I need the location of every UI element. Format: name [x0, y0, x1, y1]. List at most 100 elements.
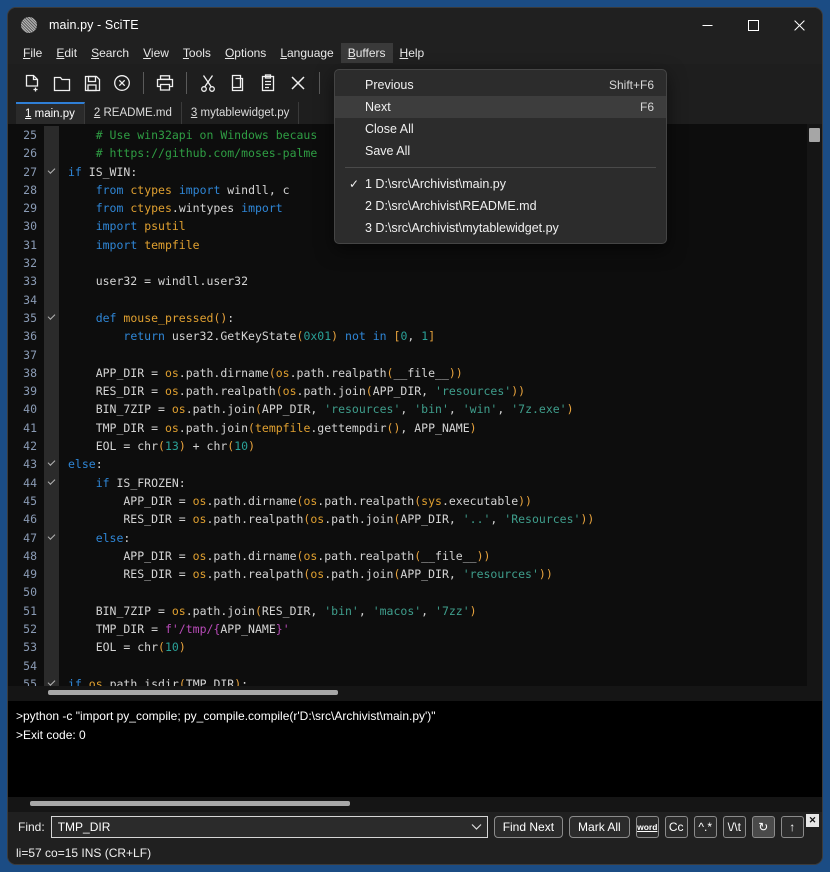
mark-all-button[interactable]: Mark All: [569, 816, 630, 838]
menu-options[interactable]: Options: [218, 43, 273, 63]
output-pane[interactable]: >python -c "import py_compile; py_compil…: [8, 701, 822, 797]
line-number: 48: [8, 546, 44, 566]
code-line: 54: [8, 656, 807, 675]
menu-separator: [345, 167, 656, 168]
toolbar-separator: [186, 72, 187, 94]
menu-buffer-1[interactable]: ✓ 1 D:\src\Archivist\main.py: [335, 173, 666, 195]
line-number: 54: [8, 656, 44, 675]
fold-toggle-icon[interactable]: [44, 455, 59, 474]
code-text: if IS_FROZEN:: [95, 475, 186, 490]
output-horizontal-scroll-thumb[interactable]: [30, 801, 350, 806]
new-file-icon[interactable]: [17, 68, 47, 98]
menu-item-shortcut: Shift+F6: [608, 78, 654, 92]
chevron-down-icon[interactable]: [467, 823, 487, 831]
menu-item-label: Next: [365, 100, 391, 114]
tab-mytablewidget-py[interactable]: 3 mytablewidget.py: [182, 102, 300, 124]
fold-toggle-icon[interactable]: [44, 162, 59, 181]
maximize-button[interactable]: [730, 8, 776, 42]
regex-toggle[interactable]: ^.*: [693, 816, 717, 838]
paste-icon[interactable]: [253, 68, 283, 98]
find-input[interactable]: TMP_DIR: [52, 820, 467, 834]
code-text: APP_DIR = os.path.dirname(os.path.realpa…: [68, 548, 491, 563]
find-input-combo[interactable]: TMP_DIR: [50, 816, 488, 838]
copy-icon[interactable]: [223, 68, 253, 98]
fold-toggle-icon[interactable]: [44, 473, 59, 492]
code-line: 53 EOL = chr(10): [8, 638, 807, 657]
output-line: >Exit code: 0: [16, 728, 86, 742]
status-bar: li=57 co=15 INS (CR+LF): [8, 842, 822, 864]
transform-backslash-toggle[interactable]: \/\t: [722, 816, 746, 838]
menu-item-next[interactable]: Next F6: [335, 96, 666, 118]
wrap-around-toggle[interactable]: ↻: [751, 816, 775, 838]
editor-vertical-scroll-thumb[interactable]: [809, 128, 820, 142]
fold-toggle-icon[interactable]: [44, 528, 59, 547]
close-button[interactable]: [776, 8, 822, 42]
tab-main-py[interactable]: 1 main.py: [16, 102, 85, 124]
menu-language[interactable]: Language: [273, 43, 340, 63]
scite-globe-icon: [21, 17, 37, 33]
search-direction-up-toggle[interactable]: ↑: [780, 816, 804, 838]
code-text: RES_DIR = os.path.realpath(os.path.join(…: [68, 384, 526, 399]
code-text: else:: [68, 457, 103, 472]
line-number: 50: [8, 583, 44, 602]
code-text: def mouse_pressed():: [95, 310, 235, 325]
tab-readme-md[interactable]: 2 README.md: [85, 102, 182, 124]
code-text: APP_DIR = os.path.dirname(os.path.realpa…: [68, 365, 463, 380]
code-line: 50: [8, 583, 807, 602]
menu-file[interactable]: File: [16, 43, 49, 63]
line-number: 53: [8, 638, 44, 657]
output-horizontal-scrollbar[interactable]: [8, 797, 822, 812]
open-file-icon[interactable]: [47, 68, 77, 98]
fold-margin: [44, 400, 59, 419]
close-file-icon[interactable]: [107, 68, 137, 98]
fold-toggle-icon[interactable]: [44, 308, 59, 328]
menu-buffers[interactable]: Buffers: [340, 43, 393, 63]
print-icon[interactable]: [150, 68, 180, 98]
menu-item-save-all[interactable]: Save All: [335, 140, 666, 162]
menu-buffer-3[interactable]: 3 D:\src\Archivist\mytablewidget.py: [335, 217, 666, 239]
fold-margin: [44, 363, 59, 383]
code-text: BIN_7ZIP = os.path.join(APP_DIR, 'resour…: [68, 402, 574, 417]
editor-horizontal-scroll-thumb[interactable]: [48, 690, 338, 695]
line-number: 34: [8, 290, 44, 309]
minimize-button[interactable]: [684, 8, 730, 42]
line-number: 52: [8, 620, 44, 639]
window-title: main.py - SciTE: [49, 18, 139, 32]
tab-number: 1: [25, 108, 32, 120]
fold-margin: [44, 491, 59, 511]
menu-help[interactable]: Help: [393, 43, 432, 63]
editor-horizontal-scrollbar[interactable]: [8, 686, 822, 701]
line-number: 27: [8, 162, 44, 181]
cut-icon[interactable]: [193, 68, 223, 98]
menu-search[interactable]: Search: [84, 43, 136, 63]
fold-margin: [44, 510, 59, 529]
delete-icon[interactable]: [283, 68, 313, 98]
code-line: 42 EOL = chr(13) + chr(10): [8, 437, 807, 456]
close-icon[interactable]: ✕: [806, 814, 819, 827]
code-text: return user32.GetKeyState(0x01) not in […: [123, 329, 436, 344]
menu-edit[interactable]: Edit: [49, 43, 84, 63]
editor-vertical-scrollbar[interactable]: [807, 124, 822, 686]
line-number: 36: [8, 327, 44, 346]
output-line: >python -c "import py_compile; py_compil…: [16, 709, 436, 723]
match-whole-word-toggle[interactable]: word: [635, 816, 659, 838]
line-number: 45: [8, 491, 44, 511]
menu-buffer-2[interactable]: 2 D:\src\Archivist\README.md: [335, 195, 666, 217]
code-line: 36 return user32.GetKeyState(0x01) not i…: [8, 327, 807, 346]
fold-toggle-icon[interactable]: [44, 674, 59, 686]
fold-margin: [44, 638, 59, 657]
code-line: 39 RES_DIR = os.path.realpath(os.path.jo…: [8, 382, 807, 401]
code-line: 34: [8, 290, 807, 309]
menu-tools[interactable]: Tools: [176, 43, 218, 63]
menu-item-previous[interactable]: Previous Shift+F6: [335, 74, 666, 96]
menu-view[interactable]: View: [136, 43, 176, 63]
menu-item-close-all[interactable]: Close All: [335, 118, 666, 140]
code-line: 41 TMP_DIR = os.path.join(tempfile.gette…: [8, 418, 807, 438]
save-file-icon[interactable]: [77, 68, 107, 98]
fold-margin: [44, 126, 59, 145]
line-number: 32: [8, 254, 44, 273]
find-next-button[interactable]: Find Next: [493, 816, 564, 838]
menu-item-label: 2 D:\src\Archivist\README.md: [365, 199, 537, 213]
match-case-toggle[interactable]: Cc: [664, 816, 688, 838]
